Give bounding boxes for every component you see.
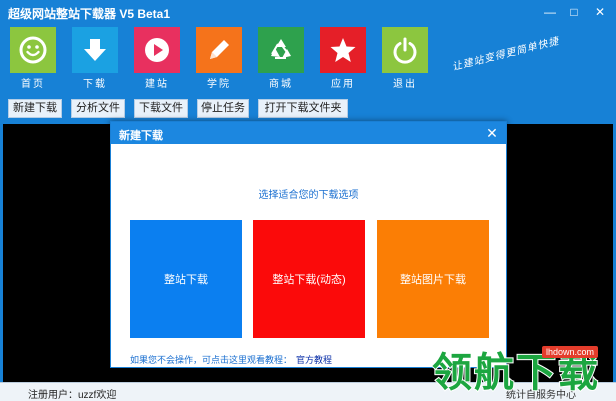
dialog-subtitle: 选择适合您的下载选项: [258, 190, 359, 201]
nav-item-build[interactable]: 建站: [134, 27, 180, 90]
nav-label-home: 首页: [21, 79, 45, 90]
power-icon: [393, 37, 417, 64]
minimize-button[interactable]: —: [538, 2, 562, 22]
pencil-icon: [210, 40, 229, 59]
nav-item-home[interactable]: 首页: [10, 27, 56, 90]
nav-tile-build: [134, 27, 180, 73]
dynamic-site-download-label: 整站下载(动态): [272, 274, 346, 286]
watermark-url: lhdown.com: [542, 346, 599, 358]
nav-item-apps[interactable]: 应用: [320, 27, 366, 90]
recycle-icon: [271, 39, 291, 59]
download-arrow-icon: [84, 39, 106, 61]
dialog-close-icon[interactable]: ✕: [484, 124, 500, 142]
nav-item-academy[interactable]: 学院: [196, 27, 242, 90]
nav-tile-download: [72, 27, 118, 73]
site-download-label: 整站下载: [164, 274, 208, 286]
tutorial-link[interactable]: 官方教程: [296, 355, 332, 365]
maximize-button[interactable]: □: [562, 2, 586, 22]
nav-tile-academy: [196, 27, 242, 73]
title-bar: 超级网站整站下载器 V5 Beta1 — □ ✕: [0, 0, 616, 24]
close-button[interactable]: ✕: [588, 2, 612, 22]
site-download-option[interactable]: 整站下载: [130, 220, 242, 338]
star-icon: [330, 38, 356, 62]
nav-label-apps: 应用: [331, 79, 355, 90]
dynamic-site-download-option[interactable]: 整站下载(动态): [253, 220, 365, 338]
dialog-help: 如果您不会操作，可点击这里观看教程： 官方教程: [130, 353, 332, 366]
site-image-download-label: 整站图片下载: [400, 274, 466, 286]
play-icon: [145, 38, 169, 62]
nav-label-shop: 商城: [269, 79, 293, 90]
nav-label-academy: 学院: [207, 79, 231, 90]
nav-tile-shop: [258, 27, 304, 73]
status-user-text: 注册用户：uzzf欢迎: [28, 390, 117, 401]
window-title: 超级网站整站下载器 V5 Beta1: [8, 7, 171, 21]
app-window: 超级网站整站下载器 V5 Beta1 — □ ✕ 首页 下载 建站 学院 商城 …: [0, 0, 616, 401]
new-download-dialog: 新建下载 ✕ 选择适合您的下载选项 整站下载 整站下载(动态) 整站图片下载 如…: [110, 121, 507, 368]
download-file-button[interactable]: 下载文件: [134, 99, 188, 118]
nav-label-download: 下载: [83, 79, 107, 90]
nav-item-shop[interactable]: 商城: [258, 27, 304, 90]
stop-task-button[interactable]: 停止任务: [197, 99, 249, 118]
slogan-text: 让建站变得更简单快捷: [451, 35, 561, 74]
smiley-icon: [19, 36, 47, 64]
open-folder-button[interactable]: 打开下载文件夹: [258, 99, 348, 118]
help-text: 如果您不会操作，可点击这里观看教程：: [130, 355, 293, 365]
nav-item-exit[interactable]: 退出: [382, 27, 428, 90]
nav-label-build: 建站: [145, 79, 169, 90]
nav-tile-apps: [320, 27, 366, 73]
nav-tile-home: [10, 27, 56, 73]
analyze-file-button[interactable]: 分析文件: [71, 99, 125, 118]
dialog-title: 新建下载: [119, 130, 163, 142]
toolbar: 新建下载 分析文件 下载文件 停止任务 打开下载文件夹: [0, 96, 616, 122]
dialog-title-bar: 新建下载 ✕: [111, 122, 506, 144]
nav-item-download[interactable]: 下载: [72, 27, 118, 90]
nav-label-exit: 退出: [393, 79, 417, 90]
new-download-button[interactable]: 新建下载: [8, 99, 62, 118]
site-image-download-option[interactable]: 整站图片下载: [377, 220, 489, 338]
nav-tile-exit: [382, 27, 428, 73]
